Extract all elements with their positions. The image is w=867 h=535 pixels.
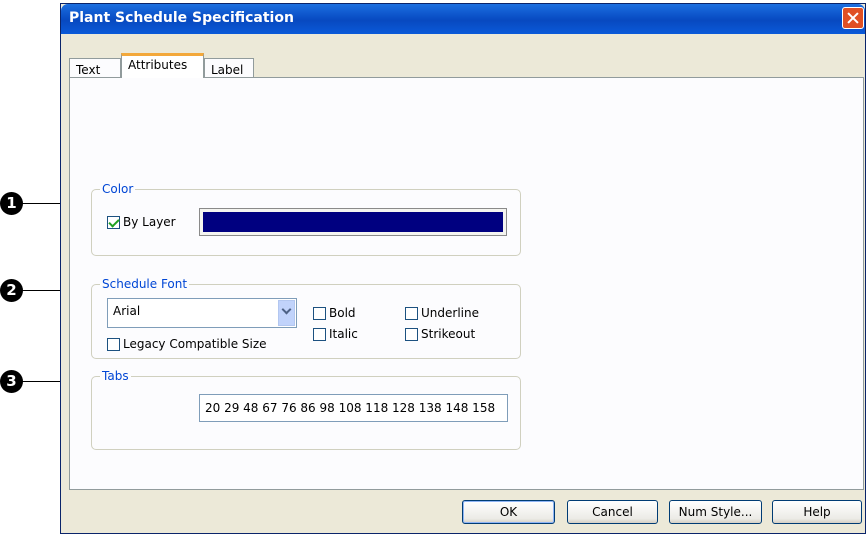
color-group-legend: Color: [100, 182, 136, 196]
italic-checkbox[interactable]: [313, 328, 326, 341]
color-group: Color By Layer: [91, 182, 521, 256]
color-picker-button[interactable]: [199, 208, 507, 236]
tabs-group: Tabs 20 29 48 67 76 86 98 108 118 128 13…: [91, 369, 521, 450]
cancel-button[interactable]: Cancel: [567, 500, 658, 524]
tab-label-label: Label: [211, 63, 244, 77]
window-title: Plant Schedule Specification: [69, 10, 294, 26]
tab-label[interactable]: Label: [204, 58, 254, 78]
tabs-input[interactable]: 20 29 48 67 76 86 98 108 118 128 138 148…: [199, 394, 508, 422]
tab-attributes-label: Attributes: [128, 58, 188, 72]
legacy-size-checkbox[interactable]: [107, 338, 120, 351]
cancel-button-label: Cancel: [592, 505, 633, 519]
help-button-label: Help: [803, 505, 831, 519]
chevron-down-icon[interactable]: [278, 300, 295, 326]
font-select[interactable]: Arial: [107, 298, 297, 328]
help-button[interactable]: Help: [772, 500, 862, 524]
schedule-font-legend: Schedule Font: [100, 277, 190, 291]
strikeout-checkbox[interactable]: [405, 328, 418, 341]
callout-3: 3: [0, 370, 23, 393]
underline-label: Underline: [421, 306, 479, 320]
color-swatch: [203, 212, 503, 232]
font-select-value: Arial: [113, 304, 141, 318]
bold-label: Bold: [329, 306, 356, 320]
num-style-button[interactable]: Num Style...: [669, 500, 762, 524]
tabs-input-value: 20 29 48 67 76 86 98 108 118 128 138 148…: [205, 401, 496, 415]
bold-checkbox[interactable]: [313, 307, 326, 320]
title-bar[interactable]: Plant Schedule Specification: [61, 4, 865, 34]
dialog-window: Plant Schedule Specification Text Attrib…: [60, 3, 866, 534]
tab-attributes[interactable]: Attributes: [121, 53, 204, 78]
by-layer-checkbox[interactable]: [107, 216, 120, 229]
legacy-size-label: Legacy Compatible Size: [123, 337, 267, 351]
num-style-button-label: Num Style...: [678, 505, 753, 519]
by-layer-label: By Layer: [123, 215, 176, 229]
attributes-panel: Color By Layer Schedule Font Arial Bold …: [69, 77, 864, 490]
tabs-group-legend: Tabs: [100, 369, 131, 383]
tab-text-label: Text: [76, 63, 101, 77]
ok-button-label: OK: [499, 505, 518, 519]
strikeout-label: Strikeout: [421, 327, 476, 341]
italic-label: Italic: [329, 327, 358, 341]
tab-text[interactable]: Text: [69, 58, 121, 78]
callout-1: 1: [0, 192, 23, 215]
callout-2: 2: [0, 279, 23, 302]
schedule-font-group: Schedule Font Arial Bold Italic Underlin…: [91, 277, 521, 359]
ok-button[interactable]: OK: [462, 500, 555, 524]
underline-checkbox[interactable]: [405, 307, 418, 320]
close-icon[interactable]: [842, 7, 864, 29]
